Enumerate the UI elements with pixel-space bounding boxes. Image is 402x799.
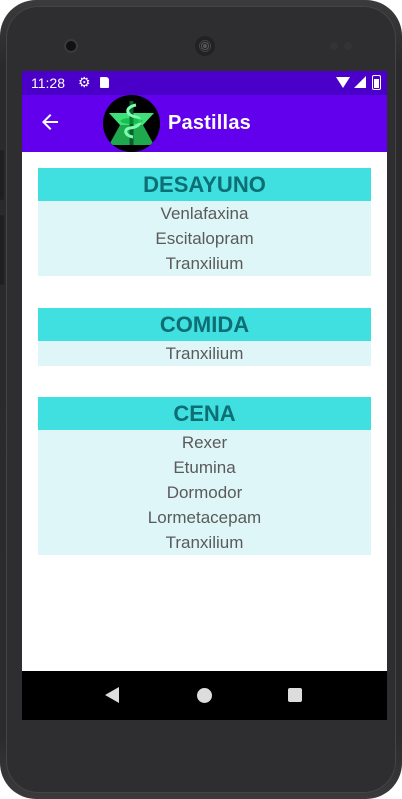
power-button bbox=[0, 215, 4, 285]
section-cena: CENA Rexer Etumina Dormodor Lormetacepam… bbox=[38, 397, 371, 555]
front-camera bbox=[66, 41, 76, 51]
section-title: DESAYUNO bbox=[38, 168, 371, 201]
status-time: 11:28 bbox=[31, 75, 65, 91]
section-desayuno: DESAYUNO Venlafaxina Escitalopram Tranxi… bbox=[38, 168, 371, 276]
volume-button bbox=[0, 150, 4, 200]
earpiece-speaker bbox=[195, 36, 215, 56]
medication-list: Venlafaxina Escitalopram Tranxilium bbox=[38, 201, 371, 276]
nav-home-icon[interactable] bbox=[197, 688, 212, 703]
pharmacy-logo bbox=[103, 95, 160, 152]
section-title: COMIDA bbox=[38, 308, 371, 341]
medication-item[interactable]: Rexer bbox=[38, 430, 371, 455]
battery-icon bbox=[372, 75, 381, 90]
arrow-back-icon[interactable] bbox=[38, 110, 62, 134]
signal-icon bbox=[354, 76, 366, 88]
medication-list: Tranxilium bbox=[38, 341, 371, 366]
section-title: CENA bbox=[38, 397, 371, 430]
proximity-sensor bbox=[330, 42, 338, 50]
medication-list: Rexer Etumina Dormodor Lormetacepam Tran… bbox=[38, 430, 371, 555]
medication-item[interactable]: Dormodor bbox=[38, 480, 371, 505]
medication-item[interactable]: Lormetacepam bbox=[38, 505, 371, 530]
app-bar: Pastillas bbox=[22, 95, 387, 152]
app-screen: 11:28 ⚙ Pastillas DESAYUNO Venlafaxina E… bbox=[22, 71, 387, 720]
nav-recents-icon[interactable] bbox=[288, 688, 302, 702]
nav-back-icon[interactable] bbox=[105, 687, 119, 703]
medication-item[interactable]: Tranxilium bbox=[38, 251, 371, 276]
caduceus-icon bbox=[103, 95, 160, 152]
section-comida: COMIDA Tranxilium bbox=[38, 308, 371, 366]
medication-item[interactable]: Tranxilium bbox=[38, 530, 371, 555]
wifi-icon bbox=[336, 77, 350, 88]
medication-item[interactable]: Etumina bbox=[38, 455, 371, 480]
medication-item[interactable]: Escitalopram bbox=[38, 226, 371, 251]
medication-item[interactable]: Venlafaxina bbox=[38, 201, 371, 226]
medication-item[interactable]: Tranxilium bbox=[38, 341, 371, 366]
app-title: Pastillas bbox=[168, 112, 251, 134]
sd-card-icon bbox=[100, 77, 109, 88]
light-sensor bbox=[344, 42, 352, 50]
status-bar: 11:28 ⚙ bbox=[22, 71, 387, 95]
gear-icon: ⚙ bbox=[78, 74, 91, 90]
navigation-bar bbox=[22, 671, 387, 720]
